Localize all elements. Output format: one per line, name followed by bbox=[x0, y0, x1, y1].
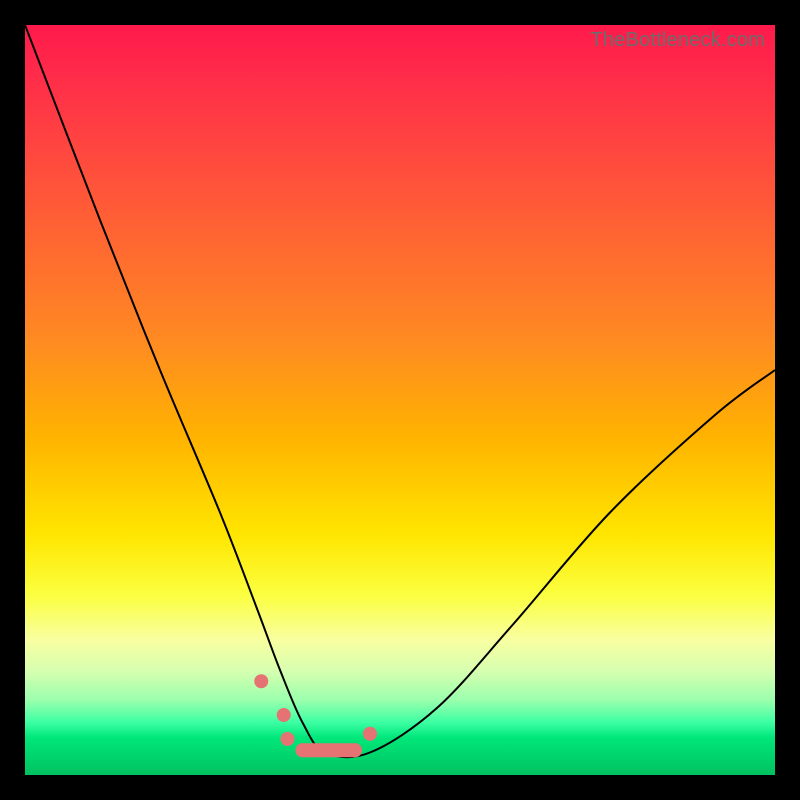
chart-svg bbox=[25, 25, 775, 775]
curve-marker bbox=[281, 732, 295, 746]
curve-markers bbox=[254, 674, 377, 757]
chart-frame: TheBottleneck.com bbox=[25, 25, 775, 775]
curve-marker bbox=[254, 674, 268, 688]
curve-marker bbox=[296, 743, 310, 757]
curve-marker bbox=[277, 708, 291, 722]
bottleneck-curve bbox=[25, 25, 775, 757]
curve-marker bbox=[348, 743, 362, 757]
curve-marker bbox=[363, 727, 377, 741]
watermark-text: TheBottleneck.com bbox=[590, 29, 765, 52]
